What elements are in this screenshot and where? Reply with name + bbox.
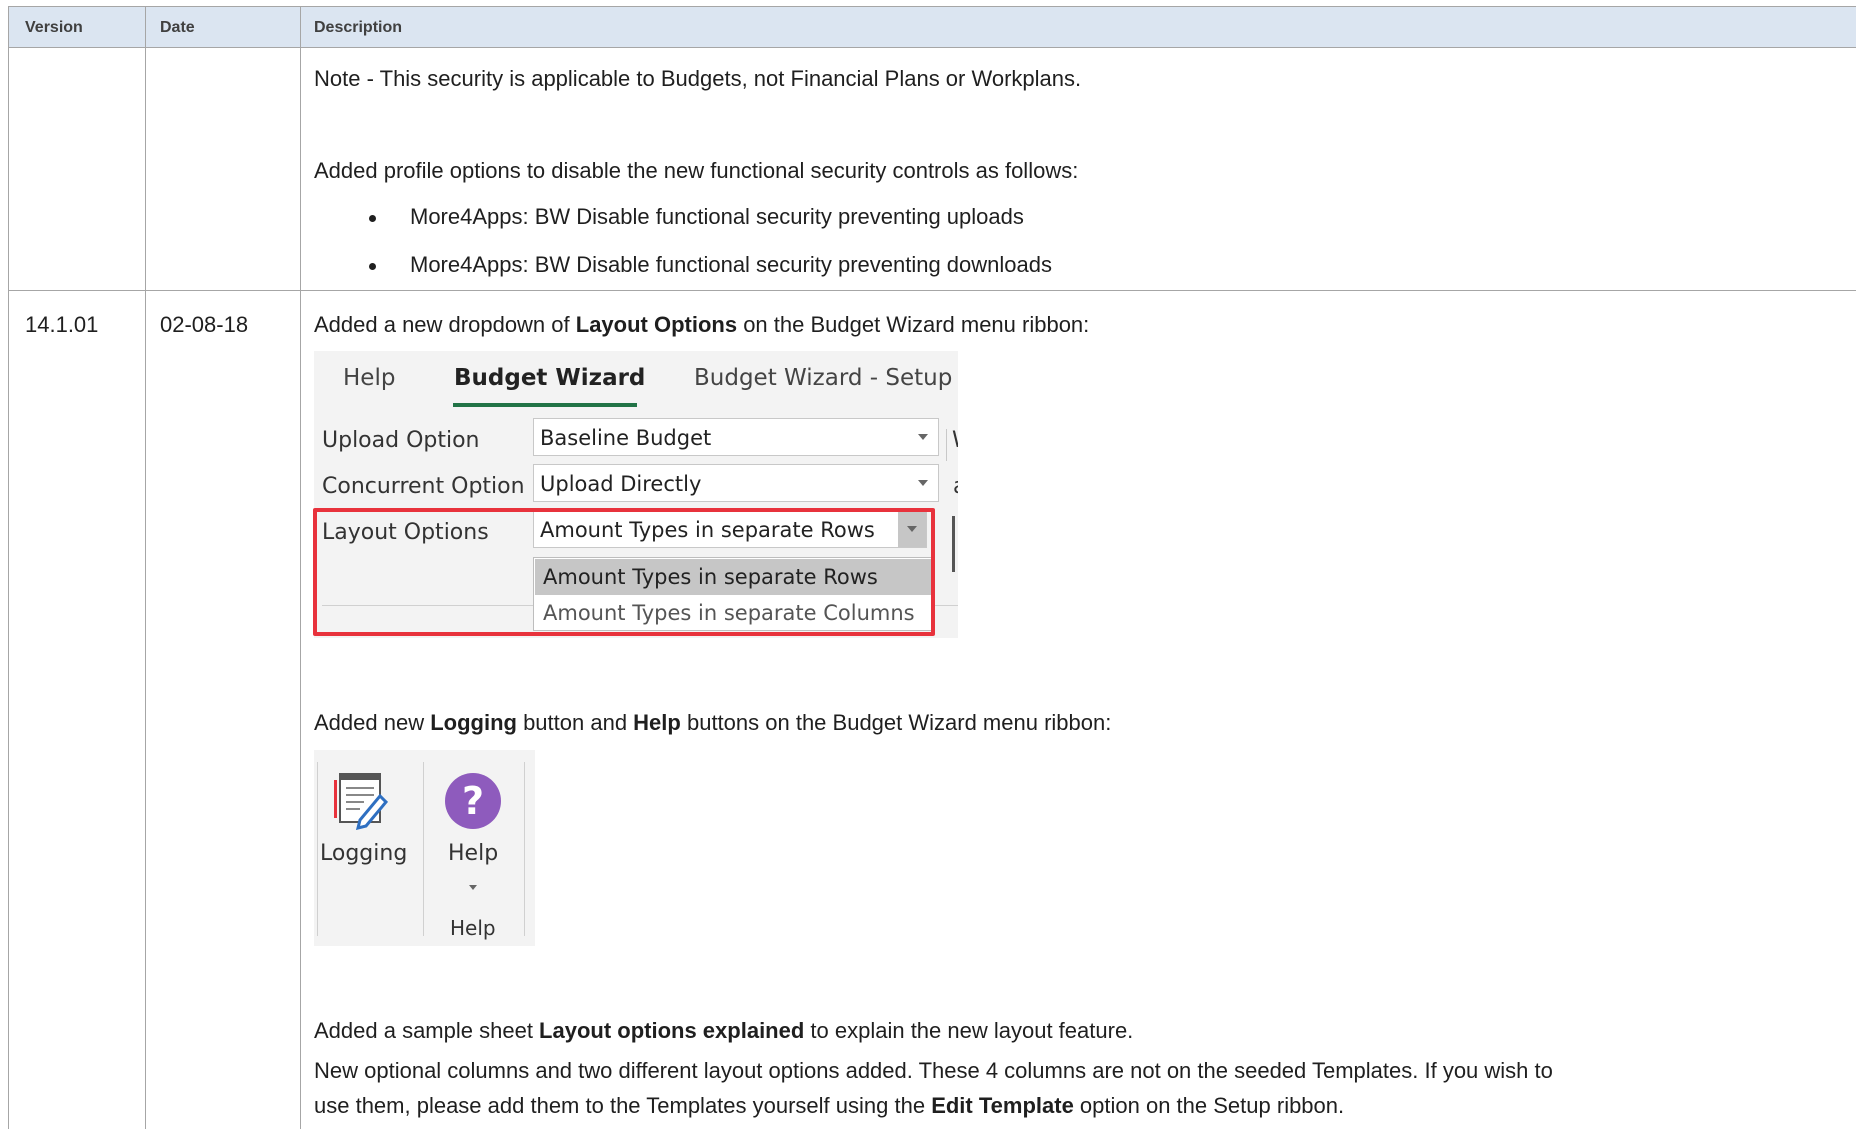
- active-tab-underline: [453, 403, 637, 407]
- ribbon-group-separator: [524, 762, 525, 936]
- highlight-box: [313, 508, 935, 636]
- chevron-down-icon[interactable]: [918, 434, 928, 440]
- bullet-dot: [369, 215, 376, 222]
- description-line-logging-help: Added new Logging button and Help button…: [314, 710, 1112, 735]
- description-line-sample-sheet: Added a sample sheet Layout options expl…: [314, 1018, 1134, 1043]
- upload-option-label: Upload Option: [322, 428, 480, 453]
- logging-help-ribbon-screenshot: Logging ? Help Help: [314, 750, 535, 946]
- logging-button-label[interactable]: Logging: [320, 841, 407, 866]
- description-line-layout-options: Added a new dropdown of Layout Options o…: [314, 312, 1090, 337]
- clipped-ribbon-text: a: [953, 474, 958, 499]
- row-separator: [8, 290, 1856, 291]
- bullet-item: More4Apps: BW Disable functional securit…: [410, 252, 1052, 277]
- description-line-optional-columns: New optional columns and two different l…: [314, 1058, 1553, 1083]
- concurrent-option-value: Upload Directly: [540, 472, 702, 496]
- table-header-row: [8, 6, 1856, 48]
- bullet-dot: [369, 263, 376, 270]
- description-line-edit-template: use them, please add them to the Templat…: [314, 1093, 1345, 1118]
- ribbon-group-label: Help: [450, 916, 496, 940]
- upload-option-value: Baseline Budget: [540, 426, 712, 450]
- table-border-left: [8, 6, 9, 1129]
- table-border-col2: [300, 6, 301, 1129]
- ribbon-group-separator: [946, 429, 947, 461]
- concurrent-option-select[interactable]: Upload Directly: [533, 464, 939, 502]
- note-text: Note - This security is applicable to Bu…: [314, 66, 1082, 91]
- tab-help[interactable]: Help: [343, 365, 395, 391]
- version-cell: 14.1.01: [25, 312, 99, 337]
- help-button-label[interactable]: Help: [448, 841, 498, 866]
- tab-budget-wizard-setup[interactable]: Budget Wizard - Setup: [694, 365, 952, 391]
- table-border-col1: [145, 6, 146, 1129]
- ribbon-group-separator: [423, 762, 424, 936]
- bullet-item: More4Apps: BW Disable functional securit…: [410, 204, 1024, 229]
- profile-intro-text: Added profile options to disable the new…: [314, 158, 1079, 183]
- help-question-icon[interactable]: ?: [445, 773, 501, 829]
- logging-icon[interactable]: [330, 770, 390, 830]
- date-cell: 02-08-18: [160, 312, 249, 337]
- tab-budget-wizard[interactable]: Budget Wizard: [454, 365, 645, 391]
- chevron-down-icon[interactable]: [918, 480, 928, 486]
- upload-option-select[interactable]: Baseline Budget: [533, 418, 939, 456]
- header-date: Date: [160, 19, 195, 36]
- header-version: Version: [25, 19, 83, 36]
- clipped-ribbon-icon: [952, 516, 955, 572]
- header-description: Description: [314, 19, 403, 36]
- concurrent-option-label: Concurrent Option: [322, 474, 525, 499]
- chevron-down-icon[interactable]: [469, 885, 477, 890]
- clipped-ribbon-text: W: [952, 428, 958, 453]
- ribbon-group-separator: [317, 762, 318, 936]
